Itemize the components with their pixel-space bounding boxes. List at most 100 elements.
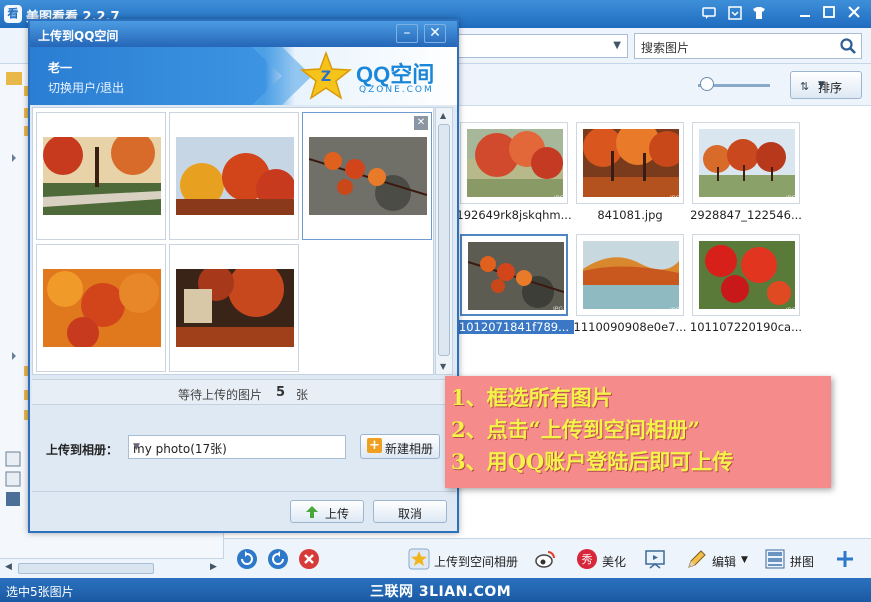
thumbnail-image[interactable] [583,129,679,197]
minimize-button[interactable] [796,5,814,23]
thumbnail-frame[interactable]: JPG [576,122,684,204]
plus-icon: + [367,438,382,453]
thumbnail-image[interactable] [583,241,679,309]
rotate-left-icon[interactable] [236,548,258,570]
skin-icon[interactable] [750,5,768,23]
scroll-up-icon[interactable]: ▲ [440,111,446,120]
delete-icon[interactable] [298,548,320,570]
upload-photo-image[interactable] [309,137,427,215]
sidebar-hscrollbar[interactable]: ◀ ▶ [0,558,224,578]
upload-photo-grid: ✕ [32,107,434,375]
path-combo[interactable]: ▼ [440,34,628,58]
meitu-beautify-icon[interactable]: 秀 [576,548,598,570]
remove-photo-icon[interactable]: ✕ [414,116,428,130]
scroll-left-icon[interactable]: ◀ [5,562,12,572]
thumbnail-image[interactable] [467,129,563,197]
upload-photo-item[interactable] [169,244,299,372]
pending-count: 5 [276,385,286,400]
upload-photo-item[interactable] [36,244,166,372]
maximize-button[interactable] [820,5,838,23]
weibo-icon[interactable] [534,548,556,570]
qzone-banner: 老一 切换用户/退出 Z QQ空间 QZONE.COM [30,47,457,105]
file-type-badge: JPG [785,195,796,202]
thumbnail-item[interactable]: JPG 192649rk8jskqhm... [456,122,572,222]
scroll-thumb[interactable] [18,563,154,574]
close-button[interactable] [845,5,863,23]
dialog-title: 上传到QQ空间 [38,29,119,43]
thumbnail-filename[interactable]: 1110090908e0e7... [570,320,690,334]
dialog-close-button[interactable]: ✕ [424,24,446,43]
bottom-toolbar: 上传到空间相册 秀 美化 编辑 ▼ 拼图 [224,538,871,578]
thumbnail-frame[interactable]: JPG [460,122,568,204]
sort-button[interactable]: ⇅ 排序 ▼ [790,71,862,99]
add-icon[interactable] [834,548,856,570]
upload-photo-item[interactable]: ✕ [302,112,432,240]
thumbnail-frame[interactable]: JPG [692,234,800,316]
app-logo-icon: 看 [4,5,22,23]
chevron-down-icon[interactable]: ▼ [741,555,748,565]
feedback-icon[interactable] [700,5,718,23]
qzone-domain: QZONE.COM [359,85,434,95]
thumbnail-item[interactable]: JPG 1012071841f789... [454,234,574,334]
stitch-button[interactable]: 拼图 [790,553,814,570]
svg-text:秀: 秀 [582,553,593,566]
dialog-footer: 上传 取消 [32,491,456,531]
svg-text:Z: Z [321,69,331,85]
thumbnail-filename[interactable]: 101107220190ca... [686,320,806,334]
chevron-down-icon: ▼ [818,80,825,90]
new-album-button[interactable]: + 新建相册 [360,434,440,459]
dialog-minimize-button[interactable]: – [396,24,418,43]
switch-user-link[interactable]: 切换用户/退出 [48,79,124,96]
thumbnail-image[interactable] [468,242,564,310]
instruction-step-1: 1、框选所有图片 [451,385,613,410]
thumbnail-item[interactable]: JPG 841081.jpg [576,122,686,222]
thumbnail-frame[interactable]: JPG [692,122,800,204]
search-input[interactable]: 搜索图片 [641,39,689,56]
chevron-down-icon[interactable]: ▼ [133,442,341,452]
thumbnail-frame[interactable]: JPG [460,234,568,316]
upload-photo-image[interactable] [176,269,294,347]
cancel-button[interactable]: 取消 [373,500,447,523]
album-select[interactable]: my photo(17张) ▼ [128,435,346,459]
zoom-slider-handle[interactable] [700,77,714,91]
stitch-icon[interactable] [764,548,786,570]
thumbnail-image[interactable] [699,129,795,197]
search-icon[interactable] [839,37,857,55]
upload-qzone-button[interactable]: 上传到空间相册 [434,553,518,570]
thumbnail-filename[interactable]: 841081.jpg [570,208,690,222]
upload-photo-image[interactable] [43,269,161,347]
edit-button[interactable]: 编辑 [712,553,736,570]
thumbnail-item[interactable]: JPG 2928847_122546... [690,122,802,222]
beautify-button[interactable]: 美化 [602,553,626,570]
upload-photo-image[interactable] [176,137,294,215]
status-text: 选中5张图片 [6,585,74,599]
search-box[interactable]: 搜索图片 [634,33,862,59]
edit-pencil-icon[interactable] [686,548,708,570]
upload-grid-scrollbar[interactable]: ▲ ▼ [435,107,453,375]
thumbnail-item[interactable]: JPG 101107220190ca... [690,234,802,334]
thumbnail-filename[interactable]: 2928847_122546... [686,208,806,222]
scroll-down-icon[interactable]: ▼ [440,362,446,371]
thumbnail-item[interactable]: JPG 1110090908e0e7... [574,234,686,334]
instruction-step-3: 3、用QQ账户登陆后即可上传 [451,449,734,474]
upload-photo-item[interactable] [169,112,299,240]
scroll-thumb[interactable] [438,124,450,356]
pending-count-bar: 等待上传的图片 5 张 [32,379,456,405]
menu-icon[interactable] [726,5,744,23]
upload-qzone-dialog: 上传到QQ空间 – ✕ 老一 切换用户/退出 Z QQ空间 QZONE.COM [28,19,459,533]
scroll-right-icon[interactable]: ▶ [210,562,217,572]
chevron-down-icon[interactable]: ▼ [613,40,621,51]
slideshow-icon[interactable] [644,548,666,570]
album-select-row: 上传到相册： my photo(17张) ▼ + 新建相册 [32,419,456,479]
thumbnail-image[interactable] [699,241,795,309]
upload-arrow-icon [306,506,318,518]
qq-username: 老一 [48,61,73,75]
upload-photo-image[interactable] [43,137,161,215]
rotate-right-icon[interactable] [267,548,289,570]
thumbnail-filename[interactable]: 1012071841f789... [454,320,574,334]
upload-button[interactable]: 上传 [290,500,364,523]
thumbnail-frame[interactable]: JPG [576,234,684,316]
upload-photo-item[interactable] [36,112,166,240]
qzone-star-icon[interactable] [408,548,430,570]
thumbnail-filename[interactable]: 192649rk8jskqhm... [454,208,574,222]
